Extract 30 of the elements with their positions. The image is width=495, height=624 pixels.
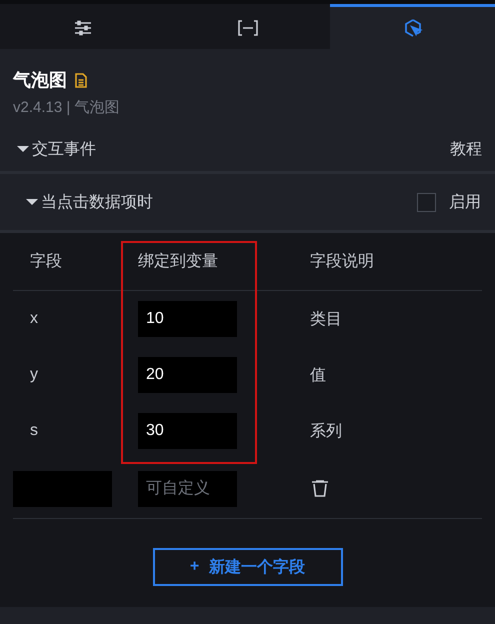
enable-checkbox[interactable]: [417, 192, 436, 212]
field-description: 值: [310, 366, 327, 386]
section-header[interactable]: 交互事件: [17, 138, 96, 160]
variable-input[interactable]: 30: [138, 413, 237, 449]
column-header: 字段说明: [310, 252, 375, 272]
tutorial-link[interactable]: 教程: [450, 138, 482, 160]
column-header: 绑定到变量: [138, 252, 219, 272]
tab[interactable]: [330, 4, 495, 49]
sliders-icon: [74, 19, 92, 37]
add-field-button[interactable]: + 新建一个字段: [152, 548, 342, 586]
field-name: s: [29, 422, 39, 440]
variable-input[interactable]: 10: [138, 301, 237, 337]
version-text: v2.4.13 | 气泡图: [13, 98, 120, 117]
field-name: y: [29, 366, 39, 384]
caret-icon: [17, 145, 29, 153]
trash-icon[interactable]: [312, 480, 328, 497]
document-icon[interactable]: [75, 72, 87, 88]
bracket-icon: [236, 19, 258, 37]
field-input[interactable]: [13, 470, 112, 506]
column-header: 字段: [29, 252, 63, 272]
field-name: x: [29, 310, 39, 328]
enable-label: 启用: [449, 192, 481, 212]
field-description: 系列: [310, 422, 343, 442]
field-description: 类目: [310, 310, 343, 330]
variable-input[interactable]: 20: [138, 357, 237, 393]
caret-icon: [26, 198, 38, 206]
variable-input[interactable]: 可自定义: [138, 470, 237, 506]
cursor-hexagon-icon: [402, 18, 422, 38]
component-title: 气泡图: [13, 69, 67, 92]
event-header[interactable]: 当点击数据项时: [26, 192, 153, 212]
